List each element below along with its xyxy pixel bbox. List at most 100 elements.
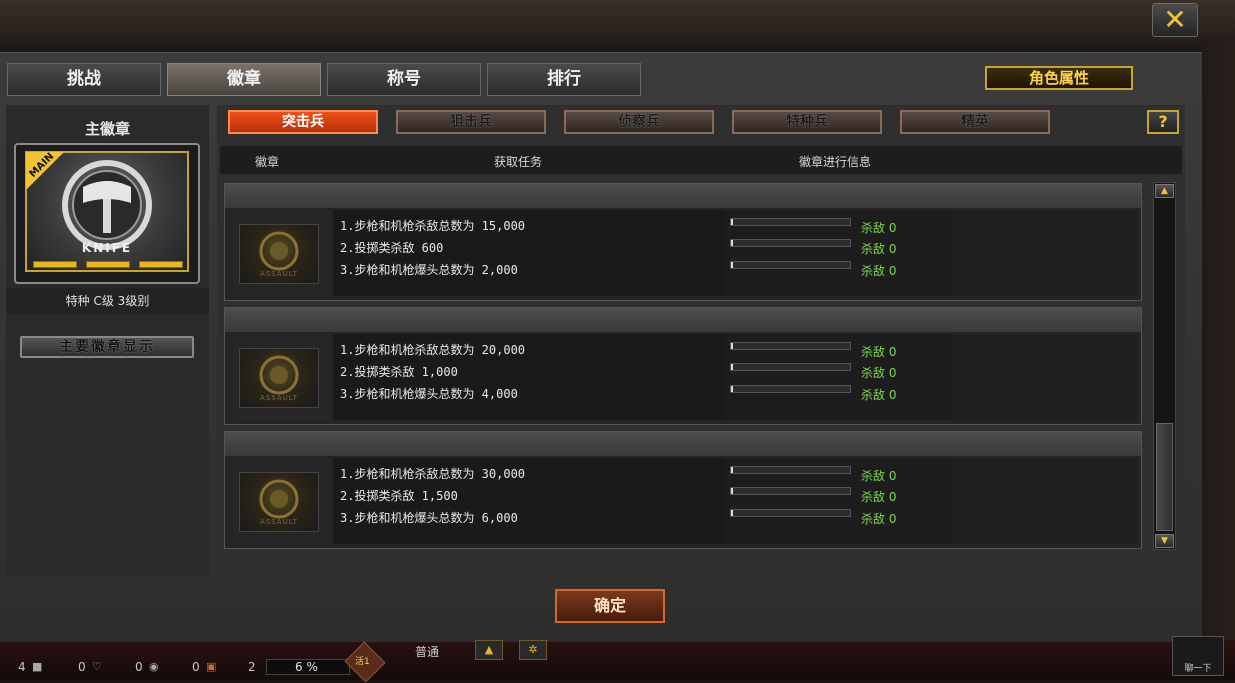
progress-fill xyxy=(731,467,733,473)
status-count: 0 xyxy=(78,660,86,674)
mode-label: 普通 xyxy=(415,645,440,659)
task-line: 3.步枪和机枪爆头总数为 4,000 xyxy=(340,387,518,401)
progress-bar xyxy=(730,218,851,226)
progress-cell: 杀敌 0 杀敌 0 杀敌 0 xyxy=(725,458,953,544)
table-header xyxy=(220,146,1182,174)
tab-challenge[interactable]: 挑战 xyxy=(7,63,161,96)
badge-level-bar-3 xyxy=(139,261,183,268)
header-badge: 徽章 xyxy=(255,155,280,169)
backpack-icon: ■ xyxy=(32,660,43,673)
task-line: 2.投掷类杀敌 600 xyxy=(340,241,444,255)
subtab-assault[interactable]: 突击兵 xyxy=(228,110,378,134)
chat-corner-label: 聊一下 xyxy=(1184,664,1212,674)
triangle-up-icon: ▲ xyxy=(484,643,494,656)
subtab-special[interactable]: 特种兵 xyxy=(732,110,882,134)
close-icon: ✕ xyxy=(1163,3,1187,36)
progress-bar xyxy=(730,239,851,247)
progress-bar xyxy=(730,261,851,269)
rank-up-button[interactable]: ▲ xyxy=(475,640,503,660)
progress-fill xyxy=(731,364,733,370)
gift-icon: ▣ xyxy=(206,660,217,673)
group-header xyxy=(225,308,1141,332)
scroll-up-button[interactable]: ▲ xyxy=(1155,184,1174,198)
progress-fill xyxy=(731,219,733,225)
badge-level-bar-2 xyxy=(86,261,130,268)
task-cell: 1.步枪和机枪杀敌总数为 20,000 2.投掷类杀敌 1,000 3.步枪和机… xyxy=(333,334,725,420)
experience-percent: 6 % xyxy=(266,659,350,675)
level-label: 活1 xyxy=(355,657,370,667)
group-body: ASSAULT 1.步枪和机枪杀敌总数为 20,000 2.投掷类杀敌 1,00… xyxy=(233,334,1137,420)
group-body: ASSAULT 1.步枪和机枪杀敌总数为 15,000 2.投掷类杀敌 600 … xyxy=(233,210,1137,296)
progress-label: 杀敌 0 xyxy=(861,512,897,526)
progress-bar xyxy=(730,385,851,393)
badge-icon-label: ASSAULT xyxy=(260,518,298,526)
settings-button[interactable]: ✲ xyxy=(519,640,547,660)
badge-group: ASSAULT 1.步枪和机枪杀敌总数为 15,000 2.投掷类杀敌 600 … xyxy=(224,183,1142,301)
tab-badge[interactable]: 徽章 xyxy=(167,63,321,96)
progress-bar xyxy=(730,342,851,350)
progress-label: 杀敌 0 xyxy=(861,490,897,504)
progress-bar xyxy=(730,509,851,517)
group-body: ASSAULT 1.步枪和机枪杀敌总数为 30,000 2.投掷类杀敌 1,50… xyxy=(233,458,1137,544)
badge-icon-label: ASSAULT xyxy=(260,270,298,278)
tab-ranking[interactable]: 排行 xyxy=(487,63,641,96)
group-header xyxy=(225,184,1141,208)
badge-icon-cell: ASSAULT xyxy=(233,458,333,544)
shield-icon: ♡ xyxy=(92,660,102,673)
progress-cell: 杀敌 0 杀敌 0 杀敌 0 xyxy=(725,334,953,420)
help-icon: ? xyxy=(1158,112,1168,131)
task-line: 2.投掷类杀敌 1,000 xyxy=(340,365,458,379)
progress-bar xyxy=(730,466,851,474)
task-line: 1.步枪和机枪杀敌总数为 15,000 xyxy=(340,219,526,233)
progress-label: 杀敌 0 xyxy=(861,221,897,235)
progress-label: 杀敌 0 xyxy=(861,345,897,359)
status-count: 0 xyxy=(135,660,143,674)
progress-fill xyxy=(731,343,733,349)
task-cell: 1.步枪和机枪杀敌总数为 15,000 2.投掷类杀敌 600 3.步枪和机枪爆… xyxy=(333,210,725,296)
progress-label: 杀敌 0 xyxy=(861,469,897,483)
badge-icon-label: ASSAULT xyxy=(260,394,298,402)
background-right xyxy=(1202,40,1235,640)
group-header xyxy=(225,432,1141,456)
progress-bar xyxy=(730,487,851,495)
progress-label: 杀敌 0 xyxy=(861,242,897,256)
chat-corner-button[interactable]: 聊一下 xyxy=(1172,636,1224,676)
progress-fill xyxy=(731,510,733,516)
status-count: 2 xyxy=(248,660,256,674)
scroll-thumb[interactable] xyxy=(1156,423,1173,531)
progress-fill xyxy=(731,488,733,494)
scroll-down-button[interactable]: ▼ xyxy=(1155,534,1174,548)
chat-icon: ◉ xyxy=(149,660,159,673)
progress-cell: 杀敌 0 杀敌 0 杀敌 0 xyxy=(725,210,953,296)
triangle-up-icon: ▲ xyxy=(1161,186,1168,196)
task-cell: 1.步枪和机枪杀敌总数为 30,000 2.投掷类杀敌 1,500 3.步枪和机… xyxy=(333,458,725,544)
help-button[interactable]: ? xyxy=(1147,110,1179,134)
header-progress: 徽章进行信息 xyxy=(799,155,872,169)
subtab-scout[interactable]: 侦察兵 xyxy=(564,110,714,134)
status-count: 0 xyxy=(192,660,200,674)
progress-fill xyxy=(731,262,733,268)
badge-name: KNIFE xyxy=(81,241,133,255)
badge-icon-cell: ASSAULT xyxy=(233,334,333,420)
tab-title[interactable]: 称号 xyxy=(327,63,481,96)
progress-bar xyxy=(730,363,851,371)
task-line: 3.步枪和机枪爆头总数为 2,000 xyxy=(340,263,518,277)
main-badge-display-button[interactable]: 主要徽章显示 xyxy=(20,336,194,358)
badge-group: ASSAULT 1.步枪和机枪杀敌总数为 20,000 2.投掷类杀敌 1,00… xyxy=(224,307,1142,425)
close-button[interactable]: ✕ xyxy=(1152,3,1198,37)
background-bottom xyxy=(0,640,1235,680)
subtab-elite[interactable]: 精英 xyxy=(900,110,1050,134)
background-top xyxy=(0,0,1235,52)
progress-fill xyxy=(731,240,733,246)
confirm-button[interactable]: 确定 xyxy=(555,589,665,623)
task-line: 1.步枪和机枪杀敌总数为 30,000 xyxy=(340,467,526,481)
badge-level-bar-1 xyxy=(33,261,77,268)
badge-caption: 特种 C级 3级别 xyxy=(6,288,209,314)
status-count: 4 xyxy=(18,660,26,674)
progress-fill xyxy=(731,386,733,392)
progress-label: 杀敌 0 xyxy=(861,366,897,380)
character-attributes-button[interactable]: 角色属性 xyxy=(985,66,1133,90)
main-badge-title: 主徽章 xyxy=(84,120,130,138)
gear-icon: ✲ xyxy=(528,643,538,656)
subtab-sniper[interactable]: 狙击兵 xyxy=(396,110,546,134)
